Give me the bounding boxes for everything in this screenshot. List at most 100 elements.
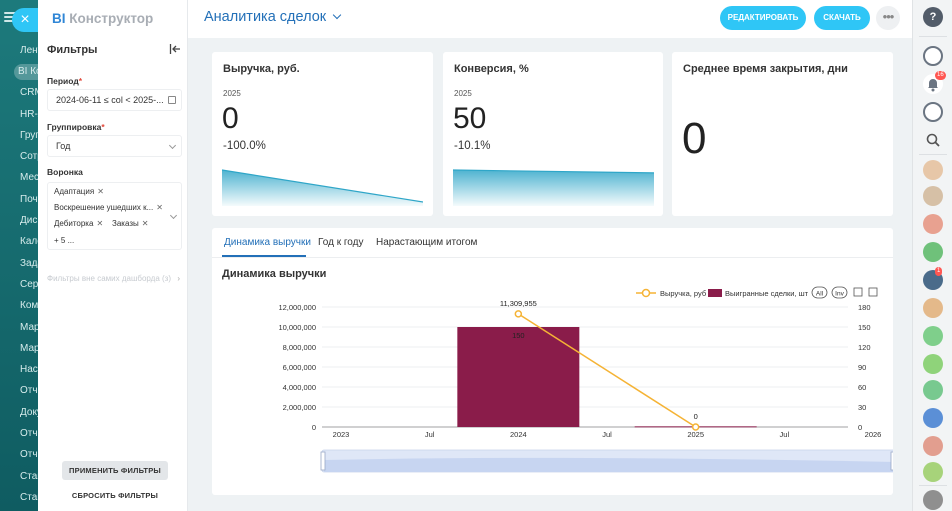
x-tick-label: Jul [602, 430, 612, 439]
kpi-title: Конверсия, % [454, 63, 529, 75]
chevron-right-icon: › [177, 274, 180, 283]
outer-filters-link[interactable]: Фильтры вне самих дашборда (з) › [47, 273, 182, 285]
reset-filters-button[interactable]: СБРОСИТЬ ФИЛЬТРЫ [62, 488, 168, 504]
remove-tag-icon[interactable]: ✕ [97, 187, 104, 196]
close-slider-button[interactable]: × [12, 8, 38, 32]
line-data-label: 0 [694, 412, 698, 421]
legend-line-marker [641, 288, 651, 298]
kpi-title: Среднее время закрытия, дни [683, 63, 848, 75]
chart-title: Динамика выручки [222, 268, 327, 280]
x-tick-label: 2025 [687, 430, 704, 439]
x-tick-label: 2024 [510, 430, 527, 439]
calendar-icon [168, 96, 176, 104]
notifications-badge: 16 [935, 71, 946, 80]
y-right-tick-label: 0 [858, 423, 862, 432]
table-icon[interactable] [923, 354, 943, 374]
funnel-more-tag[interactable]: + 5 ... [54, 236, 75, 245]
zoom-icon [853, 287, 863, 297]
avatar[interactable] [923, 160, 943, 180]
grouping-label: Группировка* [47, 122, 105, 132]
x-tick-label: Jul [425, 430, 435, 439]
chevron-down-icon [332, 10, 342, 20]
collapse-panel-icon[interactable] [169, 43, 181, 55]
recent-icon[interactable] [923, 102, 943, 122]
y-right-tick-label: 180 [858, 303, 871, 312]
more-button[interactable]: ••• [876, 6, 900, 30]
funnel-tag[interactable]: Заказы ✕ [112, 219, 149, 228]
check-icon[interactable] [923, 462, 943, 482]
grouping-select[interactable]: Год [47, 135, 182, 157]
y-left-tick-label: 10,000,000 [278, 323, 316, 332]
kpi-title: Выручка, руб. [223, 63, 300, 75]
line-point [691, 423, 700, 431]
period-field[interactable]: 2024-06-11 ≤ col < 2025-... [47, 89, 182, 111]
avatar[interactable] [923, 490, 943, 510]
y-right-tick-label: 60 [858, 383, 866, 392]
edit-button[interactable]: РЕДАКТИРОВАТЬ [720, 6, 806, 30]
kpi-card-avg-close-time: Среднее время закрытия, дни 0 [672, 52, 893, 216]
users-icon[interactable] [923, 408, 943, 428]
remove-tag-icon[interactable]: ✕ [142, 219, 149, 228]
calendar-icon[interactable] [923, 380, 943, 400]
y-left-tick-label: 12,000,000 [278, 303, 316, 312]
download-button[interactable]: СКАЧАТЬ [814, 6, 870, 30]
funnel-tag[interactable]: Адаптация ✕ [54, 187, 104, 196]
task-icon[interactable] [923, 326, 943, 346]
mail-icon[interactable] [923, 214, 943, 234]
kpi-delta: -100.0% [223, 140, 266, 152]
sparkline-area [453, 170, 654, 206]
rail-divider [919, 36, 947, 37]
group-avatar[interactable] [923, 298, 943, 318]
kpi-year: 2025 [223, 89, 241, 98]
tab-cumulative[interactable]: Нарастающим итогом [376, 237, 477, 248]
mail-icon[interactable] [923, 242, 943, 262]
revenue-dynamics-card: Динамика выручки Год к году Нарастающим … [212, 228, 893, 495]
y-right-tick-label: 90 [858, 363, 866, 372]
x-tick-label: Jul [780, 430, 790, 439]
filters-title: Фильтры [47, 44, 98, 56]
kpi-sparkline [453, 169, 654, 206]
tab-revenue-dynamics[interactable]: Динамика выручки [224, 237, 311, 248]
x-tick-label: 2023 [333, 430, 350, 439]
funnel-multiselect[interactable]: Адаптация ✕ Воскрешение ушедших к... ✕ Деб… [47, 182, 182, 250]
y-left-tick-label: 0 [312, 423, 316, 432]
rail-divider [919, 485, 947, 486]
funnel-tag[interactable]: Воскрешение ушедших к... ✕ [54, 203, 163, 212]
y-right-tick-label: 150 [858, 323, 871, 332]
search-icon[interactable] [923, 130, 943, 150]
help-icon[interactable]: ? [923, 7, 943, 27]
tab-year-over-year[interactable]: Год к году [318, 237, 363, 248]
period-label: Период* [47, 76, 83, 86]
kpi-sparkline [222, 169, 423, 206]
funnel-tag[interactable]: Дебиторка ✕ [54, 219, 104, 228]
bar-data-label: 150 [512, 331, 525, 340]
bi-constructor-panel: BI Конструктор Фильтры Период* 2024-06-1… [38, 0, 912, 511]
remove-tag-icon[interactable]: ✕ [96, 219, 103, 228]
remove-tag-icon[interactable]: ✕ [156, 203, 163, 212]
kpi-delta: -10.1% [454, 140, 491, 152]
dashboard-title[interactable]: Аналитика сделок [204, 9, 342, 25]
funnel-label: Воронка [47, 167, 83, 177]
zoom-reset-icon [868, 287, 878, 297]
y-left-tick-label: 4,000,000 [283, 383, 316, 392]
chart-tabs: Динамика выручки Год к году Нарастающим … [212, 228, 893, 258]
line-data-label: 11,309,955 [500, 299, 537, 308]
rail-divider [919, 154, 947, 155]
filters-sidebar: BI Конструктор Фильтры Период* 2024-06-1… [38, 0, 188, 511]
apply-filters-button[interactable]: ПРИМЕНИТЬ ФИЛЬТРЫ [62, 461, 168, 480]
kpi-value: 50 [453, 102, 487, 135]
legend-toggle-label: All [816, 291, 824, 298]
group-icon[interactable] [923, 436, 943, 456]
kpi-year: 2025 [454, 89, 472, 98]
avatar[interactable]: 1 [923, 267, 943, 290]
y-left-tick-label: 8,000,000 [283, 343, 316, 352]
range-slider-handle [320, 451, 326, 471]
avatar[interactable] [923, 186, 943, 206]
y-right-tick-label: 120 [858, 343, 871, 352]
active-tab-indicator [222, 255, 306, 257]
chat-icon[interactable] [923, 46, 943, 66]
bell-icon[interactable]: 16 [923, 71, 946, 94]
kpi-card-revenue: Выручка, руб. 2025 0 -100.0% [212, 52, 433, 216]
y-left-tick-label: 6,000,000 [283, 363, 316, 372]
range-slider [320, 449, 893, 473]
